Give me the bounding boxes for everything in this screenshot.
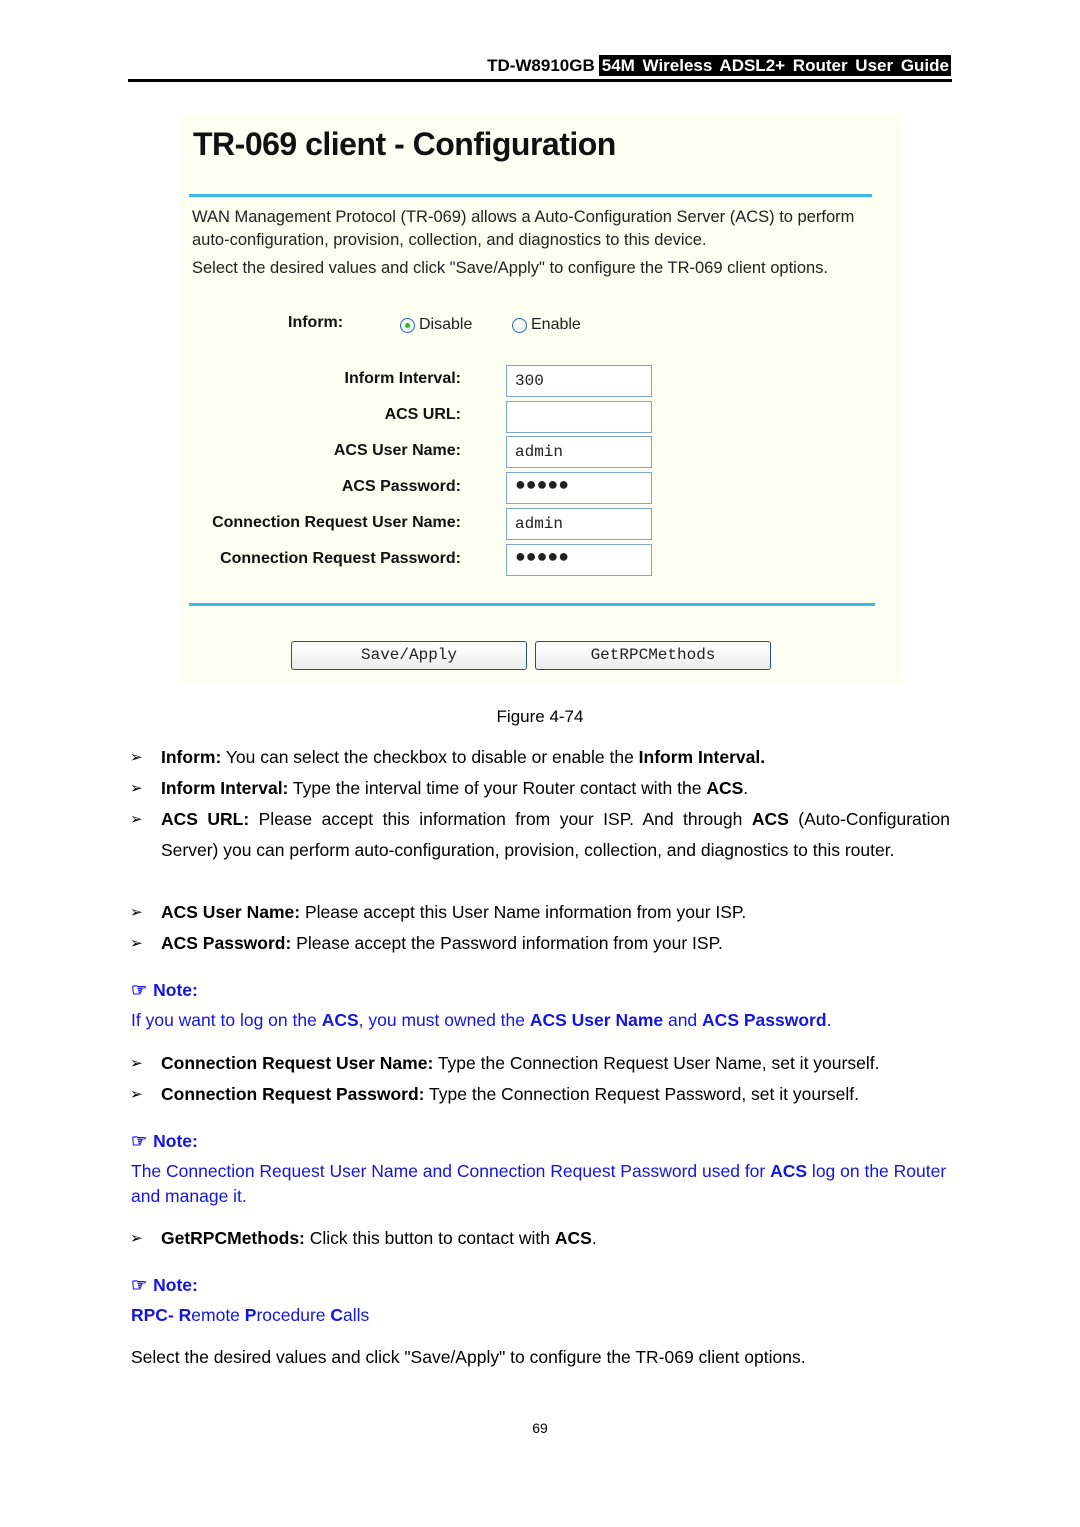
figure-caption: Figure 4-74 [496,707,584,726]
save-apply-button[interactable]: Save/Apply [291,641,527,670]
list-item: ➢ ACS Password: Please accept the Passwo… [130,928,950,959]
item-text: Type the Connection Request Password, se… [424,1084,860,1104]
inform-enable-radio[interactable]: Enable [512,316,581,334]
conn-req-username-input[interactable]: admin [506,508,652,540]
acs-url-label: ACS URL: [384,406,461,423]
item-text-tail: . [743,778,749,798]
acs-password-input[interactable]: ●●●●● [506,472,652,504]
item-text: Click this button to contact with [304,1228,555,1248]
note-text: RPC- Remote Procedure Calls [131,1303,951,1328]
item-term: ACS User Name: [161,902,301,922]
bottom-divider [189,603,875,606]
config-description: WAN Management Protocol (TR-069) allows … [192,208,855,249]
inform-enable-label: Enable [531,316,581,333]
item-text: You can select the checkbox to disable o… [221,747,639,767]
inform-disable-label: Disable [419,316,473,333]
radio-selected-icon[interactable] [400,317,415,333]
inform-label: Inform: [288,314,344,331]
note-text-part: alls [343,1305,370,1325]
acs-url-input[interactable] [506,401,652,433]
note-heading: ☞ Note: [131,1275,198,1296]
item-emphasis: ACS [751,809,789,829]
note-text-part: and [663,1010,703,1030]
note-text-emphasis: C [330,1305,344,1325]
pointing-hand-icon: ☞ [131,980,148,1000]
item-emphasis: ACS [706,778,744,798]
header-rule [128,79,952,82]
item-term: GetRPCMethods: [161,1228,305,1248]
header-guide-title: 54M Wireless ADSL2+ Router User Guide [598,55,951,76]
item-text: Type the interval time of your Router co… [288,778,707,798]
closing-paragraph: Select the desired values and click "Sav… [131,1347,806,1367]
bullet-arrow-icon: ➢ [130,749,143,766]
item-text: Please accept the Password information f… [291,933,723,953]
note-text-emphasis: ACS User Name [529,1010,664,1030]
note-text-part: If you want to log on the [131,1010,322,1030]
note-heading: ☞ Note: [131,1131,198,1152]
conn-req-password-label: Connection Request Password: [220,550,461,567]
note-text: If you want to log on the ACS, you must … [131,1008,951,1033]
list-item: ➢ ACS URL: Please accept this informatio… [130,804,950,866]
note-text-emphasis: ACS [321,1010,359,1030]
get-rpc-methods-button[interactable]: GetRPCMethods [535,641,771,670]
note-label: Note: [153,980,198,1000]
pointing-hand-icon: ☞ [131,1131,148,1151]
radio-unselected-icon[interactable] [512,317,527,333]
note-text-part: . [826,1010,832,1030]
list-item: ➢ GetRPCMethods: Click this button to co… [130,1223,950,1254]
bullet-arrow-icon: ➢ [130,904,143,921]
bullet-arrow-icon: ➢ [130,935,143,952]
item-emphasis: ACS [554,1228,592,1248]
note-text-part: emote [191,1305,245,1325]
config-title: TR-069 client - Configuration [193,126,616,162]
bullet-arrow-icon: ➢ [130,1055,143,1072]
inform-disable-radio[interactable]: Disable [400,316,472,334]
list-item: ➢ Inform Interval: Type the interval tim… [130,773,950,804]
item-term: ACS Password: [161,933,292,953]
note-text-part: The Connection Request User Name and Con… [131,1161,771,1181]
top-divider [189,194,872,197]
item-term: Inform Interval: [161,778,289,798]
item-text: Please accept this information from your… [249,809,752,829]
list-item: ➢ Connection Request User Name: Type the… [130,1048,950,1079]
note-text-emphasis: RPC- R [131,1305,192,1325]
item-text: Type the Connection Request User Name, s… [433,1053,880,1073]
conn-req-username-label: Connection Request User Name: [212,514,461,531]
note-text-emphasis: ACS Password [702,1010,827,1030]
note-text-part: rocedure [256,1305,331,1325]
item-text-tail: . [591,1228,597,1248]
config-instructions: Select the desired values and click "Sav… [192,259,829,277]
bullet-arrow-icon: ➢ [130,1230,143,1247]
item-text: Please accept this User Name information… [300,902,747,922]
item-emphasis: Inform Interval. [638,747,766,767]
list-item: ➢ Inform: You can select the checkbox to… [130,742,950,773]
list-item: ➢ Connection Request Password: Type the … [130,1079,950,1110]
note-label: Note: [153,1131,198,1151]
item-term: ACS URL: [161,809,250,829]
figure-screenshot: TR-069 client - Configuration WAN Manage… [179,114,901,684]
conn-req-password-input[interactable]: ●●●●● [506,544,652,576]
note-text-emphasis: P [244,1305,257,1325]
inform-interval-input[interactable]: 300 [506,365,652,397]
list-item: ➢ ACS User Name: Please accept this User… [130,897,950,928]
pointing-hand-icon: ☞ [131,1275,148,1295]
page-number: 69 [532,1420,548,1436]
acs-username-input[interactable]: admin [506,436,652,468]
acs-username-label: ACS User Name: [333,442,461,459]
item-term: Inform: [161,747,222,767]
inform-interval-label: Inform Interval: [344,370,461,387]
acs-password-label: ACS Password: [341,478,461,495]
bullet-arrow-icon: ➢ [130,1086,143,1103]
header-model: TD-W8910GB [487,56,595,75]
note-label: Note: [153,1275,198,1295]
bullet-arrow-icon: ➢ [130,811,143,828]
note-text-emphasis: ACS [770,1161,808,1181]
note-text-part: , you must owned the [358,1010,530,1030]
note-heading: ☞ Note: [131,980,198,1001]
bullet-arrow-icon: ➢ [130,780,143,797]
note-text: The Connection Request User Name and Con… [131,1159,951,1209]
page-header: TD-W8910GB 54M Wireless ADSL2+ Router Use… [128,55,951,78]
item-term: Connection Request Password: [161,1084,425,1104]
item-term: Connection Request User Name: [161,1053,434,1073]
